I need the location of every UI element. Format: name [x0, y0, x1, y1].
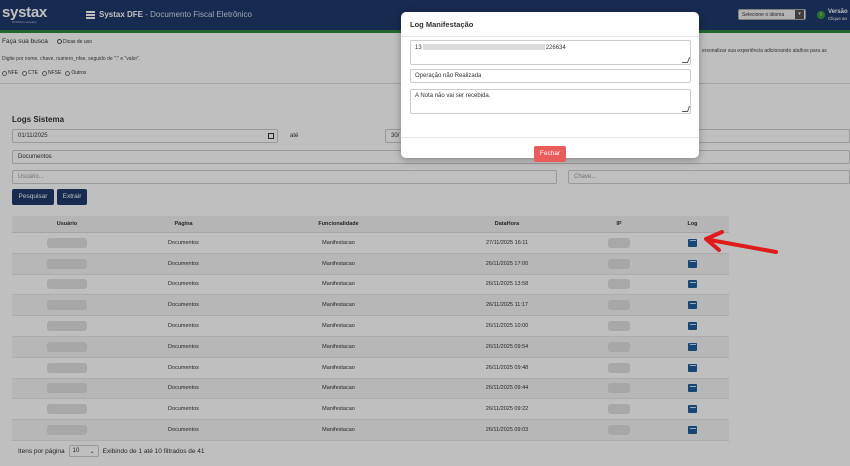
annotation-arrow-icon [704, 230, 778, 254]
message-textarea[interactable]: A Nota não vai ser recebida. [410, 89, 691, 114]
redacted-key [422, 44, 545, 50]
access-key-prefix: 13 [415, 45, 422, 51]
status-value: Operação não Realizada [415, 73, 482, 79]
modal-footer-divider [401, 137, 699, 138]
resize-handle-icon[interactable] [681, 106, 691, 112]
status-field[interactable]: Operação não Realizada [410, 69, 691, 83]
resize-handle-icon[interactable] [681, 57, 691, 63]
log-modal: Log Manifestação 13 226634 Operação não R… [401, 12, 699, 162]
access-key-textarea[interactable]: 13 226634 [410, 40, 691, 65]
access-key-suffix: 226634 [545, 45, 566, 51]
message-value: A Nota não vai ser recebida. [415, 93, 491, 99]
modal-divider [401, 36, 699, 37]
modal-title: Log Manifestação [410, 20, 474, 29]
close-button[interactable]: Fechar [534, 146, 566, 162]
